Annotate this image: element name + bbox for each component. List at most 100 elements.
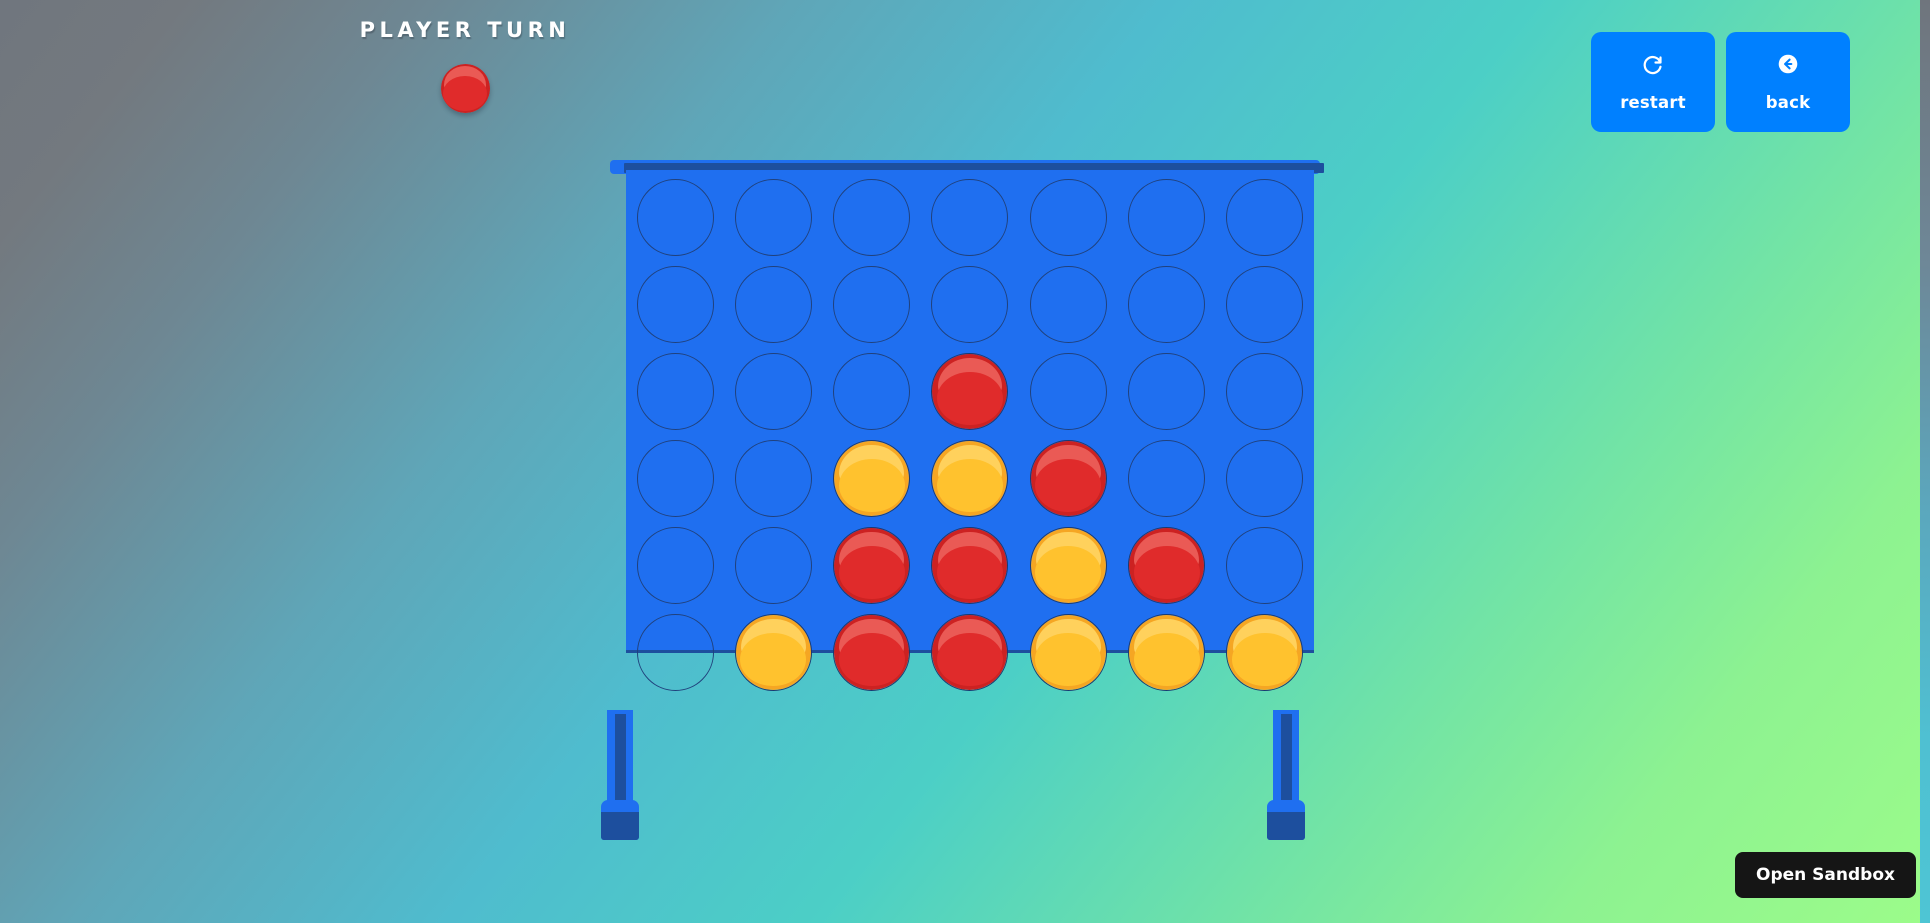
empty-slot <box>636 440 714 517</box>
board-cell-r0-c5[interactable] <box>1117 174 1215 261</box>
board-cell-r1-c5[interactable] <box>1117 261 1215 348</box>
board-cell-r1-c1[interactable] <box>724 261 822 348</box>
disc-core <box>936 633 1003 687</box>
empty-slot <box>1128 266 1206 343</box>
back-button[interactable]: back <box>1726 32 1850 132</box>
board-cell-r5-c3[interactable] <box>921 609 1019 696</box>
board-cell-r3-c0[interactable] <box>626 435 724 522</box>
board-cell-r5-c4[interactable] <box>1019 609 1117 696</box>
empty-slot <box>1226 527 1304 604</box>
board-cell-r3-c3[interactable] <box>921 435 1019 522</box>
empty-slot <box>734 179 812 256</box>
back-button-label: back <box>1765 92 1811 112</box>
empty-slot <box>1226 353 1304 430</box>
restart-button-label: restart <box>1620 92 1686 112</box>
disc-core <box>1133 546 1200 600</box>
empty-slot <box>636 353 714 430</box>
empty-slot <box>1128 353 1206 430</box>
empty-slot <box>1029 353 1107 430</box>
board-cell-r0-c4[interactable] <box>1019 174 1117 261</box>
board-cell-r2-c6[interactable] <box>1216 348 1314 435</box>
board-cell-r1-c2[interactable] <box>823 261 921 348</box>
board-cell-r3-c1[interactable] <box>724 435 822 522</box>
player-turn-panel: PLAYER TURN <box>0 18 930 113</box>
yellow-disc <box>931 440 1009 517</box>
open-sandbox-button[interactable]: Open Sandbox <box>1735 852 1916 898</box>
arrow-left-circle-icon <box>1776 52 1800 79</box>
yellow-disc <box>1128 614 1206 691</box>
board-cell-r2-c1[interactable] <box>724 348 822 435</box>
red-disc <box>1029 440 1107 517</box>
board-cell-r2-c2[interactable] <box>823 348 921 435</box>
board-cell-r3-c6[interactable] <box>1216 435 1314 522</box>
board-cell-r2-c5[interactable] <box>1117 348 1215 435</box>
leg-stripe <box>1281 714 1292 814</box>
board-cell-r0-c2[interactable] <box>823 174 921 261</box>
board-cell-r4-c4[interactable] <box>1019 522 1117 609</box>
empty-slot <box>1029 179 1107 256</box>
board-leg-left <box>601 710 639 840</box>
disc-core <box>936 459 1003 513</box>
yellow-disc <box>1029 614 1107 691</box>
disc-core <box>936 546 1003 600</box>
empty-slot <box>734 527 812 604</box>
board-cell-r1-c4[interactable] <box>1019 261 1117 348</box>
board-cell-r4-c0[interactable] <box>626 522 724 609</box>
player-turn-label: PLAYER TURN <box>359 18 571 42</box>
board-cell-r5-c0[interactable] <box>626 609 724 696</box>
board-cell-r2-c0[interactable] <box>626 348 724 435</box>
empty-slot <box>636 527 714 604</box>
empty-slot <box>833 179 911 256</box>
empty-slot <box>636 266 714 343</box>
board-grid <box>626 174 1314 696</box>
board-cell-r4-c2[interactable] <box>823 522 921 609</box>
yellow-disc <box>734 614 812 691</box>
board-cell-r3-c4[interactable] <box>1019 435 1117 522</box>
board-cell-r0-c6[interactable] <box>1216 174 1314 261</box>
yellow-disc <box>1029 527 1107 604</box>
empty-slot <box>1226 266 1304 343</box>
board-cell-r5-c2[interactable] <box>823 609 921 696</box>
action-button-group: restart back <box>1591 32 1850 132</box>
empty-slot <box>833 266 911 343</box>
red-disc <box>931 614 1009 691</box>
board-cell-r4-c1[interactable] <box>724 522 822 609</box>
leg-foot-shadow <box>601 812 639 840</box>
red-disc <box>931 353 1009 430</box>
empty-slot <box>734 440 812 517</box>
red-disc <box>1128 527 1206 604</box>
board-cell-r2-c3[interactable] <box>921 348 1019 435</box>
board-cell-r4-c6[interactable] <box>1216 522 1314 609</box>
board-cell-r3-c2[interactable] <box>823 435 921 522</box>
empty-slot <box>1128 179 1206 256</box>
current-turn-disc <box>440 64 490 113</box>
restart-button[interactable]: restart <box>1591 32 1715 132</box>
board-cell-r1-c0[interactable] <box>626 261 724 348</box>
board-cell-r3-c5[interactable] <box>1117 435 1215 522</box>
empty-slot <box>931 179 1009 256</box>
board-cell-r2-c4[interactable] <box>1019 348 1117 435</box>
yellow-disc <box>833 440 911 517</box>
board-cell-r1-c6[interactable] <box>1216 261 1314 348</box>
board-cell-r5-c1[interactable] <box>724 609 822 696</box>
board-cell-r1-c3[interactable] <box>921 261 1019 348</box>
board-cell-r4-c5[interactable] <box>1117 522 1215 609</box>
empty-slot <box>734 266 812 343</box>
leg-stripe <box>615 714 626 814</box>
board-cell-r5-c5[interactable] <box>1117 609 1215 696</box>
leg-foot-shadow <box>1267 812 1305 840</box>
red-disc <box>833 614 911 691</box>
page-scrollbar[interactable] <box>1920 0 1930 923</box>
board-cell-r0-c0[interactable] <box>626 174 724 261</box>
disc-core <box>443 75 487 111</box>
board-cell-r0-c3[interactable] <box>921 174 1019 261</box>
yellow-disc <box>1226 614 1304 691</box>
board-cell-r0-c1[interactable] <box>724 174 822 261</box>
empty-slot <box>636 614 714 691</box>
red-disc <box>833 527 911 604</box>
board-cell-r4-c3[interactable] <box>921 522 1019 609</box>
rotate-clockwise-icon <box>1641 52 1665 79</box>
board-cell-r5-c6[interactable] <box>1216 609 1314 696</box>
connect-four-board <box>601 160 1331 840</box>
empty-slot <box>734 353 812 430</box>
